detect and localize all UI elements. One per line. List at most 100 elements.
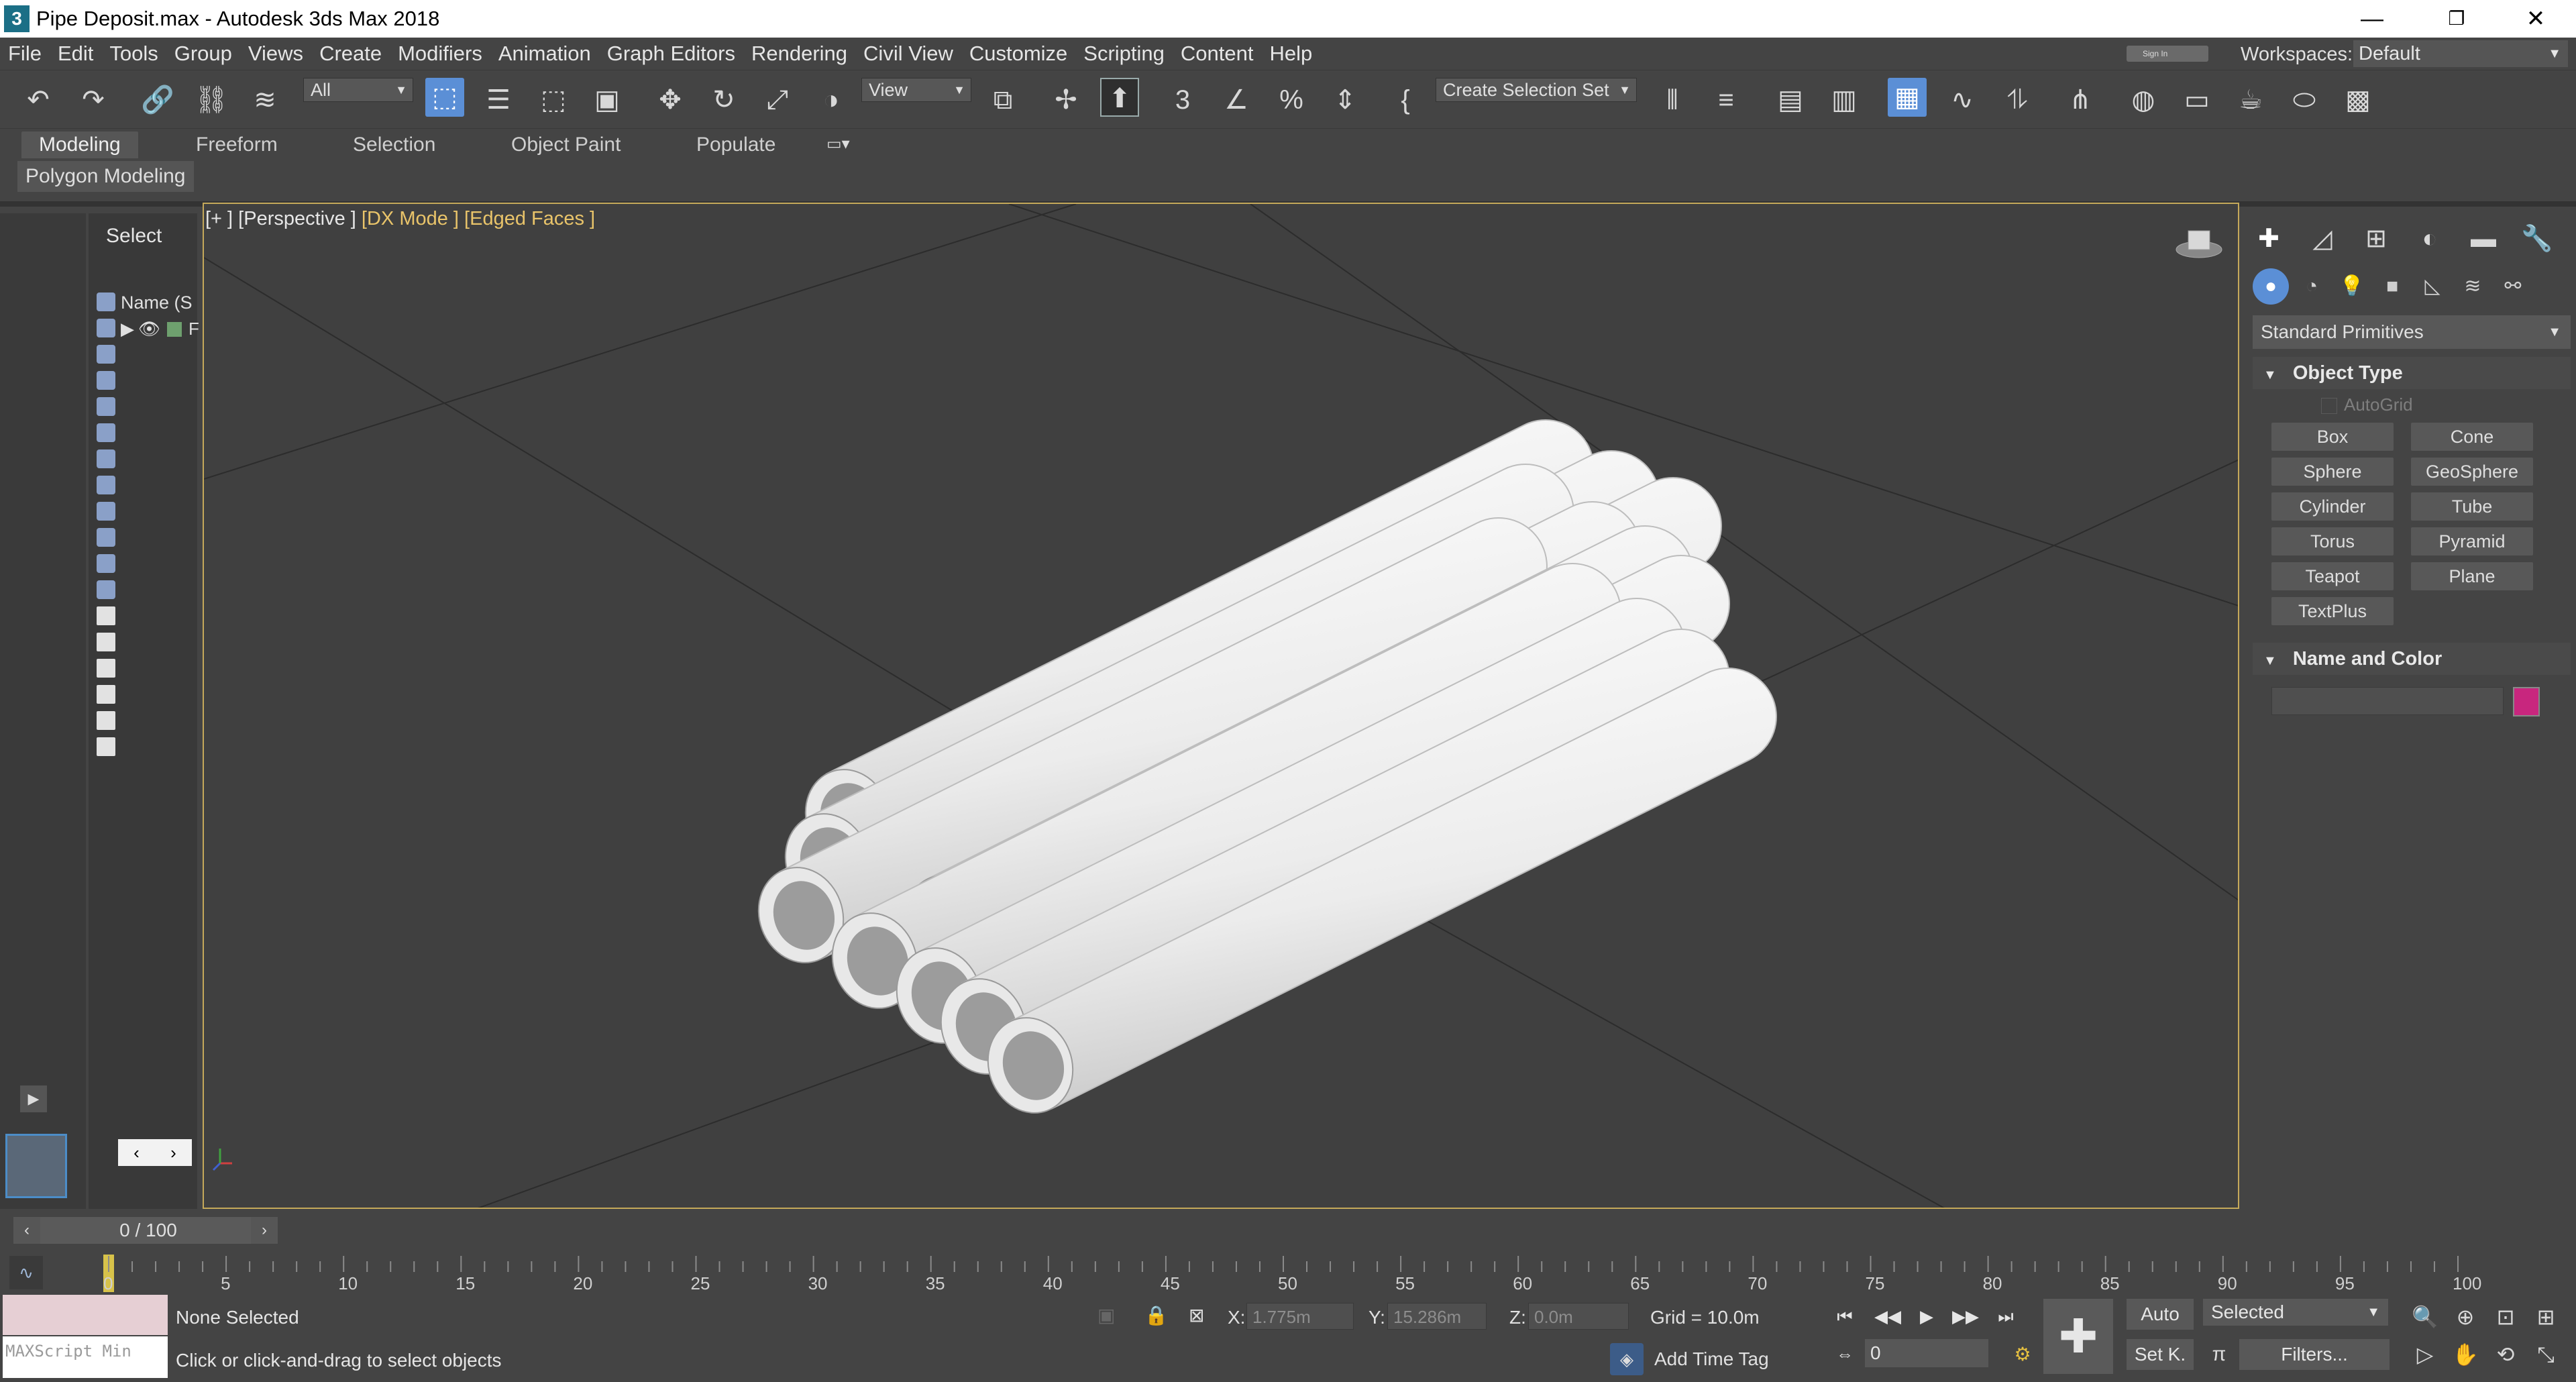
minimize-button[interactable]: — (2334, 0, 2410, 38)
pan-hand-icon[interactable]: ✋ (2449, 1338, 2482, 1371)
pivot-center-icon[interactable]: ⧉ (983, 81, 1022, 119)
y-coord-field[interactable]: 15.286m (1387, 1303, 1487, 1330)
filter-icon[interactable] (97, 711, 115, 730)
menu-animation[interactable]: Animation (490, 38, 599, 70)
undo-icon[interactable]: ↶ (19, 81, 58, 119)
mirror-icon[interactable]: ⫴ (1653, 81, 1692, 119)
geometry-filter-icon[interactable] (97, 293, 115, 311)
object-color-swatch[interactable] (2513, 687, 2540, 716)
keyboard-shortcut-override-icon[interactable]: ⬆ (1100, 78, 1139, 117)
primitive-category-dropdown[interactable]: Standard Primitives ▼ (2253, 315, 2571, 349)
explorer-mode-button[interactable] (5, 1134, 67, 1198)
ribbon-toggle-icon[interactable]: ▥ (1825, 81, 1864, 119)
menu-civil-view[interactable]: Civil View (855, 38, 961, 70)
spinner-snap-icon[interactable]: ⇕ (1326, 81, 1364, 119)
render-production-icon[interactable]: ⬭ (2285, 81, 2324, 119)
geosphere-button[interactable]: GeoSphere (2411, 458, 2533, 486)
chevron-right-icon[interactable]: › (170, 1142, 176, 1163)
menu-create[interactable]: Create (311, 38, 390, 70)
shapes-icon[interactable]: ◔ (2293, 268, 2330, 305)
workspace-dropdown[interactable]: Default ▼ (2353, 40, 2568, 67)
object-type-rollout[interactable]: ▼ Object Type (2253, 357, 2571, 389)
torus-button[interactable]: Torus (2271, 527, 2394, 555)
display-none-icon[interactable] (97, 633, 115, 651)
hidden-filter-icon[interactable] (97, 580, 115, 599)
play-icon[interactable]: ▶ (1912, 1301, 1941, 1331)
tab-selection[interactable]: Selection (335, 131, 453, 158)
perspective-viewport[interactable] (203, 203, 2239, 1209)
space-warps-icon[interactable]: ≋ (2454, 268, 2491, 305)
move-icon[interactable]: ✥ (651, 81, 690, 119)
cylinder-button[interactable]: Cylinder (2271, 492, 2394, 521)
object-name-input[interactable] (2271, 687, 2504, 715)
window-crossing-icon[interactable]: ▣ (588, 81, 627, 119)
viewport-edges-label[interactable]: [Edged Faces ] (464, 208, 595, 229)
zoom-extents-icon[interactable]: ⊡ (2489, 1300, 2522, 1334)
hierarchy-tab-icon[interactable]: ⊞ (2356, 219, 2396, 259)
prev-frame-icon[interactable]: ‹ (13, 1217, 40, 1244)
helper-filter-icon[interactable] (97, 397, 115, 416)
name-and-color-rollout[interactable]: ▼ Name and Color (2253, 643, 2571, 675)
layer-explorer-icon[interactable]: ▤ (1771, 81, 1810, 119)
textplus-button[interactable]: TextPlus (2271, 597, 2394, 625)
menu-graph-editors[interactable]: Graph Editors (599, 38, 743, 70)
menu-customize[interactable]: Customize (961, 38, 1075, 70)
display-tab-icon[interactable]: ▬ (2463, 219, 2504, 259)
motion-tab-icon[interactable]: ◐ (2410, 219, 2450, 259)
rectangular-region-icon[interactable]: ⬚ (534, 81, 573, 119)
place-icon[interactable]: ◑ (812, 81, 851, 119)
time-config-icon[interactable]: ⚙ (2007, 1339, 2038, 1370)
goto-end-icon[interactable]: ⏭ (1991, 1301, 2021, 1331)
next-key-icon[interactable]: ▶▶ (1951, 1301, 1980, 1331)
play-icon[interactable]: ▶ (20, 1085, 47, 1112)
scale-icon[interactable]: ⤢ (758, 81, 797, 119)
polygon-modeling-button[interactable]: Polygon Modeling (17, 161, 194, 192)
menu-scripting[interactable]: Scripting (1075, 38, 1173, 70)
field-of-view-icon[interactable]: ▷ (2408, 1338, 2442, 1371)
viewport-shading-label[interactable]: [DX Mode ] (362, 208, 459, 229)
curve-editor-icon[interactable]: ∿ (1943, 81, 1982, 119)
edit-named-selection-icon[interactable]: { (1386, 81, 1425, 119)
zoom-extents-all-icon[interactable]: ⊞ (2529, 1300, 2563, 1334)
z-coord-field[interactable]: 0.0m (1528, 1303, 1629, 1330)
time-slider[interactable]: 0 / 100 (40, 1217, 256, 1244)
maxscript-listener-output[interactable] (3, 1295, 168, 1335)
chevron-left-icon[interactable]: ‹ (133, 1142, 140, 1163)
systems-icon[interactable]: ⚯ (2494, 268, 2532, 305)
select-object-icon[interactable]: ⬚ (425, 78, 464, 117)
render-frame-window-icon[interactable]: ☕ (2231, 81, 2270, 119)
rotate-icon[interactable]: ↻ (704, 81, 743, 119)
menu-edit[interactable]: Edit (50, 38, 101, 70)
lights-icon[interactable]: 💡 (2333, 268, 2371, 305)
menu-modifiers[interactable]: Modifiers (390, 38, 490, 70)
schematic-view-icon[interactable]: ⋔ (2061, 81, 2100, 119)
viewport-menu[interactable]: [+ ] (205, 208, 233, 229)
add-time-tag-button[interactable]: Add Time Tag (1654, 1348, 1769, 1370)
isolate-selection-icon[interactable]: ▣ (1097, 1304, 1115, 1326)
container-filter-icon[interactable] (97, 528, 115, 547)
redo-icon[interactable]: ↷ (74, 81, 113, 119)
select-manipulate-icon[interactable]: ✢ (1046, 81, 1085, 119)
pyramid-button[interactable]: Pyramid (2411, 527, 2533, 555)
helpers-icon[interactable]: ◺ (2414, 268, 2451, 305)
menu-rendering[interactable]: Rendering (743, 38, 855, 70)
expand-icon[interactable]: ▶ (121, 319, 134, 339)
scene-explorer-icon[interactable]: ▦ (1888, 78, 1927, 117)
link-icon[interactable]: 🔗 (138, 81, 177, 119)
xref-filter-icon[interactable] (97, 476, 115, 494)
spacewarp-filter-icon[interactable] (97, 423, 115, 442)
tube-button[interactable]: Tube (2411, 492, 2533, 521)
autogrid-checkbox[interactable]: AutoGrid (2321, 394, 2413, 415)
tab-modeling[interactable]: Modeling (21, 131, 138, 158)
light-filter-icon[interactable] (97, 345, 115, 364)
camera-filter-icon[interactable] (97, 371, 115, 390)
pipes-group[interactable] (745, 419, 1777, 1125)
set-key-button[interactable]: Set K. (2127, 1339, 2194, 1370)
named-selection-dropdown[interactable]: Create Selection Set ▼ (1436, 78, 1637, 102)
shape-filter-icon[interactable] (97, 319, 115, 337)
plane-button[interactable]: Plane (2411, 562, 2533, 590)
create-tab-icon[interactable]: ✚ (2249, 219, 2289, 259)
sign-in-button[interactable]: Sign In (2127, 46, 2208, 62)
name-column-header[interactable]: Name (S (121, 293, 193, 313)
menu-file[interactable]: File (0, 38, 50, 70)
